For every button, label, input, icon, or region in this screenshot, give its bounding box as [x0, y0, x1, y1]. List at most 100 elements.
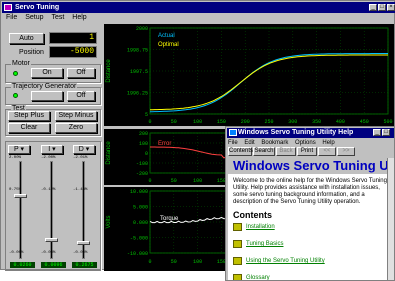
help-link-glossary[interactable]: Glossary: [233, 274, 391, 281]
help-back-button[interactable]: Back: [276, 147, 296, 156]
menu-bar: File Setup Test Help: [2, 13, 395, 23]
help-menu-options[interactable]: Options: [295, 140, 316, 146]
help-link-label: Installation: [246, 224, 275, 230]
p-slider-track[interactable]: [19, 161, 22, 259]
d-gain-value: 0.2675: [72, 262, 97, 268]
x-tick-label: 300: [288, 119, 297, 125]
step-minus-button[interactable]: Step Minus: [55, 111, 97, 121]
title-bar: Servo Tuning _ □ ×: [2, 2, 395, 13]
y-tick-label: 1998.75: [127, 48, 148, 54]
zero-button[interactable]: Zero: [55, 123, 97, 133]
help-content: Windows Servo Tuning Utility Welcome to …: [228, 158, 394, 281]
help-next-button[interactable]: >>: [337, 147, 355, 156]
d-tick-mid: -1.48%: [73, 188, 88, 192]
motor-off-button[interactable]: Off: [67, 68, 95, 78]
motor-status-led: [13, 71, 18, 76]
p-tick-bottom: -0.00%: [9, 251, 24, 255]
clear-button[interactable]: Clear: [8, 123, 50, 133]
help-link-label: Tuning Basics: [246, 241, 284, 247]
help-window-title: Windows Servo Tuning Utility Help: [238, 129, 354, 136]
book-icon: [233, 223, 242, 231]
help-menu-bookmark[interactable]: Bookmark: [261, 140, 288, 146]
x-tick-label: 100: [193, 259, 202, 265]
help-contents-heading: Contents: [233, 210, 272, 220]
trajectory-off-button[interactable]: Off: [67, 91, 95, 101]
y-tick-label: 0.000: [133, 220, 148, 226]
x-tick-label: 100: [193, 119, 202, 125]
p-gain-button[interactable]: P ▾: [8, 145, 30, 154]
y-tick-label: 0: [145, 151, 148, 157]
x-tick-label: 200: [241, 119, 250, 125]
book-icon: [233, 274, 242, 280]
help-menu-edit[interactable]: Edit: [244, 140, 254, 146]
help-intro: Welcome to the online help for the Windo…: [233, 178, 387, 205]
help-print-button[interactable]: Print: [297, 147, 317, 156]
x-tick-label: 100: [193, 178, 202, 184]
p-slider-thumb[interactable]: [14, 194, 27, 198]
y-axis-label: Distance: [106, 141, 112, 165]
help-scrollbar[interactable]: [387, 158, 394, 280]
y-tick-label: -200: [136, 171, 148, 177]
y-tick-label: 2000: [136, 26, 148, 32]
d-gain-button[interactable]: D ▾: [73, 145, 95, 154]
y-axis-label: Volts: [106, 215, 112, 228]
x-tick-label: 50: [171, 178, 177, 184]
i-slider-thumb[interactable]: [45, 238, 58, 242]
help-link-installation[interactable]: Installation: [233, 223, 391, 231]
p-tick-top: 2.00%: [9, 156, 22, 160]
help-prev-button[interactable]: <<: [318, 147, 336, 156]
help-title-bar: Windows Servo Tuning Utility Help _ □: [227, 128, 394, 138]
x-tick-label: 150: [217, 119, 226, 125]
book-icon: [233, 257, 242, 265]
help-link-label: Glossary: [246, 275, 270, 281]
i-gain-label: I: [48, 146, 51, 153]
help-app-icon: [229, 129, 237, 136]
auto-button[interactable]: Auto: [9, 33, 44, 44]
p-tick-mid: 0.75%: [9, 188, 22, 192]
trajectory-on-button[interactable]: [31, 91, 63, 101]
close-button[interactable]: ×: [387, 4, 395, 11]
book-icon: [233, 240, 242, 248]
step-plus-button[interactable]: Step Plus: [8, 111, 50, 121]
menu-file[interactable]: File: [6, 14, 17, 21]
x-tick-label: 0: [148, 178, 151, 184]
menu-help[interactable]: Help: [72, 14, 86, 21]
help-menu-file[interactable]: File: [228, 140, 238, 146]
minimize-button[interactable]: _: [369, 4, 377, 11]
position-label: Position: [19, 49, 44, 56]
legend-actual: Actual: [158, 33, 175, 39]
help-link-using-utility[interactable]: Using the Servo Tuning Utility: [233, 257, 391, 265]
menu-setup[interactable]: Setup: [25, 14, 43, 21]
i-gain-button[interactable]: I ▾: [41, 145, 63, 154]
help-heading: Windows Servo Tuning Utility: [228, 158, 394, 174]
y-axis-label: Distance: [106, 59, 112, 83]
d-gain-label: D: [78, 146, 84, 153]
x-tick-label: 350: [312, 119, 321, 125]
help-minimize-button[interactable]: _: [373, 129, 381, 136]
help-link-tuning-basics[interactable]: Tuning Basics: [233, 240, 391, 248]
help-menu-help[interactable]: Help: [322, 140, 334, 146]
legend-error: Error: [158, 141, 171, 147]
x-tick-label: 500: [383, 119, 392, 125]
maximize-button[interactable]: □: [378, 4, 386, 11]
help-contents-button[interactable]: Contents: [228, 147, 253, 156]
x-tick-label: 0: [148, 259, 151, 265]
p-gain-label: P: [13, 146, 19, 153]
i-slider-track[interactable]: [50, 161, 53, 259]
menu-test[interactable]: Test: [51, 14, 64, 21]
position-chart-svg: 2000 1998.75 1997.5 1996.25 5 Distance 0 50 100 1…: [106, 26, 393, 125]
d-tick-bottom: -0.00%: [73, 251, 88, 255]
i-tick-top: -2.00%: [41, 156, 56, 160]
position-display: -5000: [49, 46, 97, 58]
motor-on-button[interactable]: On: [31, 68, 63, 78]
d-slider-thumb[interactable]: [77, 241, 90, 245]
legend-torque: Torque: [160, 216, 179, 222]
y-tick-label: 200: [139, 131, 148, 137]
help-maximize-button[interactable]: □: [382, 129, 390, 136]
i-gain-value: 0.0096: [41, 262, 66, 268]
y-tick-label: 100: [139, 141, 148, 147]
trajectory-label: Trajectory Generator: [11, 83, 78, 90]
p-gain-value: 0.0260: [10, 262, 35, 268]
y-tick-label: 5: [145, 112, 148, 118]
help-search-button[interactable]: Search: [253, 147, 275, 156]
